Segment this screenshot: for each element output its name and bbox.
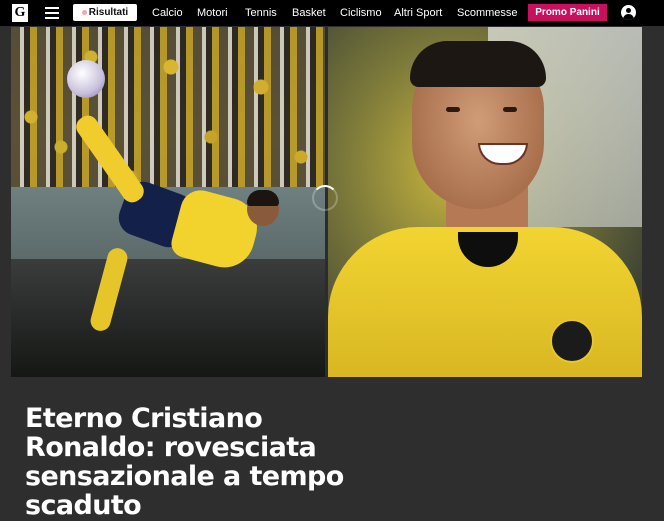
menu-icon[interactable] <box>45 7 59 19</box>
risultati-label: Risultati <box>88 7 129 18</box>
live-dot-icon <box>81 10 87 15</box>
ball-image <box>67 60 105 98</box>
bicycle-kick-photo <box>11 27 325 377</box>
nav-item-ciclismo[interactable]: Ciclismo <box>340 0 382 26</box>
club-badge-icon <box>550 319 594 363</box>
promo-panini-button[interactable]: Promo Panini <box>528 4 607 21</box>
user-account-icon[interactable] <box>621 5 636 20</box>
risultati-button[interactable]: Risultati <box>73 4 137 21</box>
top-navigation-bar: G Risultati Calcio Motori Tennis Basket … <box>0 0 664 26</box>
nav-item-tennis[interactable]: Tennis <box>245 0 277 26</box>
ronaldo-smiling-photo <box>328 27 642 377</box>
nav-item-altri-sport[interactable]: Altri Sport <box>394 0 442 26</box>
nav-item-scommesse[interactable]: Scommesse <box>457 0 518 26</box>
site-logo[interactable]: G <box>12 4 28 22</box>
nav-item-motori[interactable]: Motori <box>197 0 228 26</box>
article-headline: Eterno Cristiano Ronaldo: rovesciata sen… <box>25 403 344 521</box>
hero-image[interactable] <box>11 27 642 377</box>
loading-spinner-icon <box>312 185 338 211</box>
nav-item-basket[interactable]: Basket <box>292 0 326 26</box>
nav-item-calcio[interactable]: Calcio <box>152 0 183 26</box>
